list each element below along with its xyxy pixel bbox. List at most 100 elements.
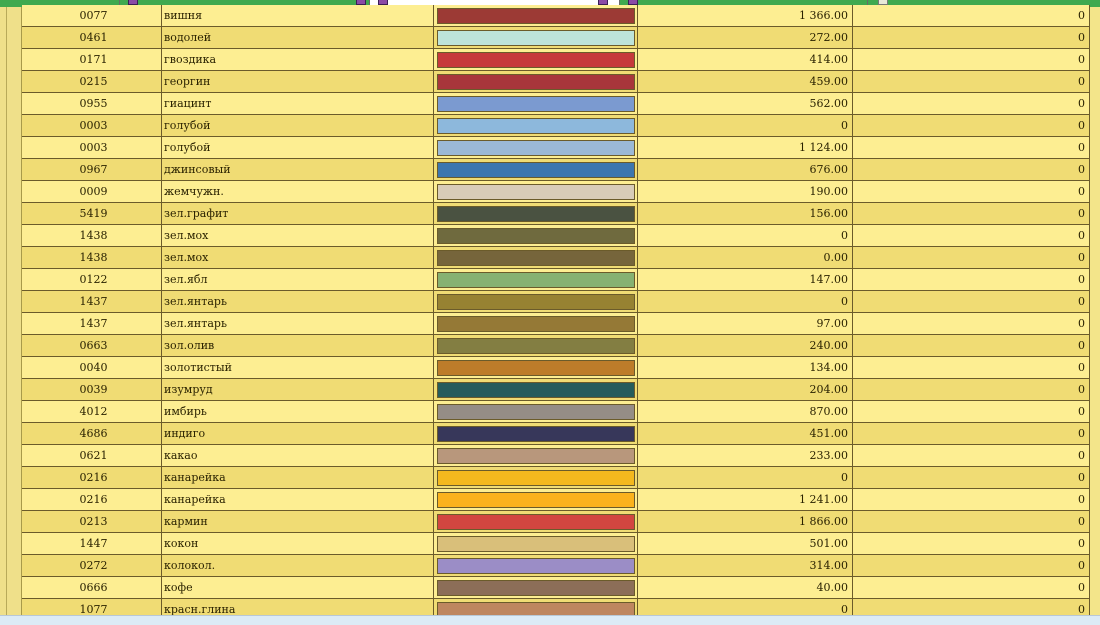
code-cell[interactable]: 0039: [22, 379, 162, 400]
value-cell[interactable]: 0: [853, 291, 1090, 312]
color-swatch-cell[interactable]: [434, 269, 638, 290]
color-swatch-cell[interactable]: [434, 27, 638, 48]
code-cell[interactable]: 0003: [22, 115, 162, 136]
quantity-cell[interactable]: 414.00: [638, 49, 853, 70]
color-swatch-cell[interactable]: [434, 511, 638, 532]
quantity-cell[interactable]: 272.00: [638, 27, 853, 48]
name-cell[interactable]: колокол.: [162, 555, 434, 576]
quantity-cell[interactable]: 676.00: [638, 159, 853, 180]
color-swatch-cell[interactable]: [434, 599, 638, 615]
color-swatch-cell[interactable]: [434, 181, 638, 202]
name-cell[interactable]: индиго: [162, 423, 434, 444]
color-swatch-cell[interactable]: [434, 159, 638, 180]
code-cell[interactable]: 0009: [22, 181, 162, 202]
color-swatch-cell[interactable]: [434, 137, 638, 158]
quantity-cell[interactable]: 204.00: [638, 379, 853, 400]
color-swatch-cell[interactable]: [434, 93, 638, 114]
color-swatch-cell[interactable]: [434, 445, 638, 466]
value-cell[interactable]: 0: [853, 115, 1090, 136]
code-cell[interactable]: 4012: [22, 401, 162, 422]
code-cell[interactable]: 1438: [22, 247, 162, 268]
name-cell[interactable]: голубой: [162, 137, 434, 158]
table-row[interactable]: 0216 канарейка 1 241.00 0: [22, 489, 1090, 511]
table-row[interactable]: 0967 джинсовый 676.00 0: [22, 159, 1090, 181]
name-cell[interactable]: зол.олив: [162, 335, 434, 356]
table-row[interactable]: 0122 зел.ябл 147.00 0: [22, 269, 1090, 291]
value-cell[interactable]: 0: [853, 357, 1090, 378]
value-cell[interactable]: 0: [853, 269, 1090, 290]
value-cell[interactable]: 0: [853, 225, 1090, 246]
value-cell[interactable]: 0: [853, 423, 1090, 444]
code-cell[interactable]: 0171: [22, 49, 162, 70]
code-cell[interactable]: 0215: [22, 71, 162, 92]
table-row[interactable]: 0039 изумруд 204.00 0: [22, 379, 1090, 401]
table-row[interactable]: 1077 красн.глина 0 0: [22, 599, 1090, 615]
code-cell[interactable]: 0216: [22, 489, 162, 510]
value-cell[interactable]: 0: [853, 93, 1090, 114]
value-cell[interactable]: 0: [853, 49, 1090, 70]
color-swatch-cell[interactable]: [434, 335, 638, 356]
table-row[interactable]: 0213 кармин 1 866.00 0: [22, 511, 1090, 533]
quantity-cell[interactable]: 1 366.00: [638, 5, 853, 26]
color-swatch-cell[interactable]: [434, 577, 638, 598]
table-row[interactable]: 1437 зел.янтарь 0 0: [22, 291, 1090, 313]
color-swatch-cell[interactable]: [434, 357, 638, 378]
table-row[interactable]: 1447 кокон 501.00 0: [22, 533, 1090, 555]
value-cell[interactable]: 0: [853, 159, 1090, 180]
quantity-cell[interactable]: 240.00: [638, 335, 853, 356]
value-cell[interactable]: 0: [853, 577, 1090, 598]
code-cell[interactable]: 0621: [22, 445, 162, 466]
code-cell[interactable]: 1447: [22, 533, 162, 554]
name-cell[interactable]: зел.мох: [162, 225, 434, 246]
name-cell[interactable]: зел.мох: [162, 247, 434, 268]
quantity-cell[interactable]: 147.00: [638, 269, 853, 290]
quantity-cell[interactable]: 97.00: [638, 313, 853, 334]
color-swatch-cell[interactable]: [434, 247, 638, 268]
quantity-cell[interactable]: 0: [638, 115, 853, 136]
color-swatch-cell[interactable]: [434, 401, 638, 422]
table-row[interactable]: 0215 георгин 459.00 0: [22, 71, 1090, 93]
quantity-cell[interactable]: 0: [638, 599, 853, 615]
value-cell[interactable]: 0: [853, 555, 1090, 576]
table-row[interactable]: 4686 индиго 451.00 0: [22, 423, 1090, 445]
code-cell[interactable]: 0213: [22, 511, 162, 532]
code-cell[interactable]: 0967: [22, 159, 162, 180]
name-cell[interactable]: золотистый: [162, 357, 434, 378]
color-swatch-cell[interactable]: [434, 291, 638, 312]
name-cell[interactable]: зел.ябл: [162, 269, 434, 290]
code-cell[interactable]: 0077: [22, 5, 162, 26]
name-cell[interactable]: георгин: [162, 71, 434, 92]
code-cell[interactable]: 0461: [22, 27, 162, 48]
value-cell[interactable]: 0: [853, 71, 1090, 92]
color-swatch-cell[interactable]: [434, 533, 638, 554]
code-cell[interactable]: 1438: [22, 225, 162, 246]
color-swatch-cell[interactable]: [434, 379, 638, 400]
code-cell[interactable]: 4686: [22, 423, 162, 444]
color-swatch-cell[interactable]: [434, 203, 638, 224]
value-cell[interactable]: 0: [853, 313, 1090, 334]
color-swatch-cell[interactable]: [434, 555, 638, 576]
name-cell[interactable]: красн.глина: [162, 599, 434, 615]
value-cell[interactable]: 0: [853, 247, 1090, 268]
name-cell[interactable]: голубой: [162, 115, 434, 136]
name-cell[interactable]: джинсовый: [162, 159, 434, 180]
value-cell[interactable]: 0: [853, 335, 1090, 356]
value-cell[interactable]: 0: [853, 401, 1090, 422]
value-cell[interactable]: 0: [853, 379, 1090, 400]
name-cell[interactable]: зел.графит: [162, 203, 434, 224]
quantity-cell[interactable]: 314.00: [638, 555, 853, 576]
value-cell[interactable]: 0: [853, 599, 1090, 615]
quantity-cell[interactable]: 40.00: [638, 577, 853, 598]
quantity-cell[interactable]: 0: [638, 467, 853, 488]
name-cell[interactable]: канарейка: [162, 489, 434, 510]
table-row[interactable]: 0009 жемчужн. 190.00 0: [22, 181, 1090, 203]
table-row[interactable]: 0955 гиацинт 562.00 0: [22, 93, 1090, 115]
table-row[interactable]: 1438 зел.мох 0 0: [22, 225, 1090, 247]
quantity-cell[interactable]: 156.00: [638, 203, 853, 224]
table-row[interactable]: 0461 водолей 272.00 0: [22, 27, 1090, 49]
color-swatch-cell[interactable]: [434, 115, 638, 136]
quantity-cell[interactable]: 459.00: [638, 71, 853, 92]
quantity-cell[interactable]: 0.00: [638, 247, 853, 268]
table-row[interactable]: 0621 какао 233.00 0: [22, 445, 1090, 467]
color-swatch-cell[interactable]: [434, 489, 638, 510]
